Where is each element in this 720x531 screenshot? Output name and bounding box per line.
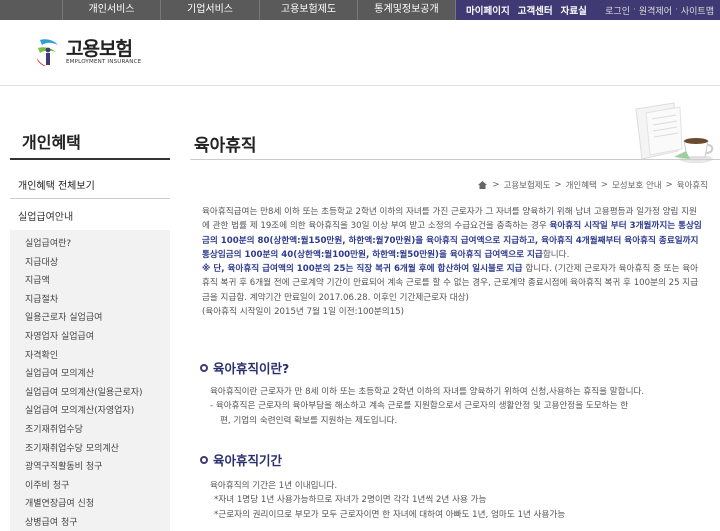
menu-business-service[interactable]: 기업서비스 xyxy=(160,0,259,20)
breadcrumb-item[interactable]: 고용보험제도 xyxy=(504,179,551,191)
submenu-item[interactable]: 실업급여 모의계산(일용근로자) xyxy=(10,384,170,403)
section-heading: 육아휴직이란? xyxy=(200,358,289,377)
intro-note: ※ 단, 육아휴직 급여액의 100분의 25는 직장 복귀 6개월 후에 합산… xyxy=(202,262,702,305)
section-title-text: 육아휴직이란? xyxy=(213,361,290,376)
submenu-item[interactable]: 조기재취업수당 xyxy=(10,421,170,440)
intro-note-highlight: ※ 단, 육아휴직 급여액의 100분의 25는 직장 복귀 6개월 후에 합산… xyxy=(202,264,523,275)
submenu-item[interactable]: 실업급여란? xyxy=(10,235,170,254)
section-title-text: 육아휴직기간 xyxy=(213,453,283,468)
submenu-item[interactable]: 개별연장급여 신청 xyxy=(10,495,170,514)
logo-mark-icon xyxy=(37,39,58,66)
section-line: 편, 기업의 숙련인력 확보를 지원하는 제도입니다. xyxy=(220,415,398,426)
menu-insurance-system[interactable]: 고용보험제도 xyxy=(259,0,357,20)
submenu-item[interactable]: 자격확인 xyxy=(10,347,170,366)
sidebar: 개인혜택 개인혜택 전체보기 실업급여안내 실업급여란? 지급대상 지급액 지급… xyxy=(0,87,170,531)
intro-text-normal: 합니다. xyxy=(542,249,570,260)
section-bullet-icon xyxy=(200,455,208,464)
section-body: 육아휴직의 기간은 1년 이내입니다. *자녀 1명당 1년 사용가능하므로 자… xyxy=(210,479,700,522)
sitemap-link[interactable]: 사이트맵 xyxy=(681,4,714,17)
section-line: 육아휴직의 기간은 1년 이내입니다. xyxy=(210,481,338,491)
breadcrumb-item[interactable]: 모성보호 안내 xyxy=(612,179,662,191)
breadcrumb-separator: > xyxy=(492,180,500,190)
separator-dot: · xyxy=(675,5,678,15)
section-bullet-icon xyxy=(200,363,208,372)
my-page-link[interactable]: 마이페이지 xyxy=(466,3,510,17)
submenu-item[interactable]: 자영업자 실업급여 xyxy=(10,328,170,347)
sidebar-item-unemployment[interactable]: 실업급여안내 xyxy=(18,208,73,223)
login-link[interactable]: 로그인 xyxy=(605,4,630,17)
logo-text: 고용보험 EMPLOYMENT INSURANCE xyxy=(66,39,141,66)
logo-korean: 고용보험 xyxy=(66,37,133,60)
remote-control-link[interactable]: 원격제어 xyxy=(639,4,672,17)
title-divider xyxy=(190,159,720,160)
submenu-item[interactable]: 상병급여 청구 xyxy=(10,514,170,531)
submenu-item[interactable]: 광역구직활동비 청구 xyxy=(10,458,170,477)
section-body: 육아휴직이란 근로자가 만 8세 이하 또는 초등학교 2학년 이하의 자녀를 … xyxy=(210,385,700,428)
site-header: 고용보험 EMPLOYMENT INSURANCE xyxy=(0,20,720,86)
section-line: *자녀 1명당 1년 사용가능하므로 자녀가 2명이면 각각 1년씩 2년 사용… xyxy=(214,495,487,506)
top-navigation: 개인서비스 기업서비스 고용보험제도 통계및정보공개 마이페이지 고객센터 자료… xyxy=(0,0,720,20)
main-menu: 개인서비스 기업서비스 고용보험제도 통계및정보공개 xyxy=(62,0,455,20)
menu-personal-service[interactable]: 개인서비스 xyxy=(62,0,160,20)
sidebar-item-all-benefits[interactable]: 개인혜택 전체보기 xyxy=(18,177,95,192)
account-links: 로그인 · 원격제어 · 사이트맵 xyxy=(596,0,720,20)
sidebar-divider xyxy=(10,198,170,199)
breadcrumb-separator: > xyxy=(600,180,608,190)
topnav-spacer xyxy=(0,0,62,20)
menu-statistics[interactable]: 통계및정보공개 xyxy=(357,0,455,20)
submenu-item[interactable]: 실업급여 모의계산(자영업자) xyxy=(10,402,170,421)
site-logo[interactable]: 고용보험 EMPLOYMENT INSURANCE xyxy=(34,36,141,68)
sidebar-submenu: 실업급여란? 지급대상 지급액 지급절차 일용근로자 실업급여 자영업자 실업급… xyxy=(10,230,170,531)
utility-menu: 마이페이지 고객센터 자료실 xyxy=(455,0,597,20)
submenu-item[interactable]: 지급절차 xyxy=(10,291,170,310)
library-link[interactable]: 자료실 xyxy=(561,3,587,17)
submenu-item[interactable]: 지급대상 xyxy=(10,254,170,273)
logo-english: EMPLOYMENT INSURANCE xyxy=(66,58,142,65)
sidebar-title: 개인혜택 xyxy=(22,133,81,152)
breadcrumb-separator: > xyxy=(554,180,562,190)
section-line: 육아휴직이란 근로자가 만 8세 이하 또는 초등학교 2학년 이하의 자녀를 … xyxy=(210,387,645,397)
submenu-item[interactable]: 실업급여 모의계산 xyxy=(10,365,170,384)
intro-text: 육아휴직급여는 만8세 이하 또는 초등학교 2학년 이하의 자녀를 가진 근로… xyxy=(202,205,702,319)
submenu-item[interactable]: 지급액 xyxy=(10,272,170,291)
home-icon[interactable] xyxy=(478,181,488,189)
section-line: - 육아휴직은 근로자의 육아부담을 해소하고 계속 근로를 지원함으로서 근로… xyxy=(210,401,629,412)
separator-dot: · xyxy=(633,5,636,15)
submenu-item[interactable]: 이주비 청구 xyxy=(10,477,170,496)
intro-paragraph: 육아휴직급여는 만8세 이하 또는 초등학교 2학년 이하의 자녀를 가진 근로… xyxy=(202,205,702,262)
main-content: 육아휴직 > 고용보험제도 > 개인혜택 > 모성보호 안내 > 육아휴직 육아… xyxy=(180,87,720,531)
page-title: 육아휴직 xyxy=(194,136,257,156)
breadcrumb-separator: > xyxy=(665,180,673,190)
breadcrumb-current: 육아휴직 xyxy=(676,181,708,191)
submenu-item[interactable]: 조기재취업수당 모의계산 xyxy=(10,440,170,459)
sidebar-title-divider xyxy=(10,158,170,160)
section-line: *근로자의 권리이므로 부모가 모두 근로자이면 한 자녀에 대하여 아빠도 1… xyxy=(214,509,566,520)
customer-center-link[interactable]: 고객센터 xyxy=(518,3,553,17)
book-and-coffee-illustration xyxy=(635,102,714,163)
submenu-item[interactable]: 일용근로자 실업급여 xyxy=(10,309,170,328)
breadcrumb-item[interactable]: 개인혜택 xyxy=(566,179,597,191)
intro-footnote: (육아휴직 시작일이 2015년 7월 1일 이전:100분의15) xyxy=(202,307,404,318)
section-heading: 육아휴직기간 xyxy=(200,450,282,469)
breadcrumb: > 고용보험제도 > 개인혜택 > 모성보호 안내 > 육아휴직 xyxy=(478,179,710,191)
